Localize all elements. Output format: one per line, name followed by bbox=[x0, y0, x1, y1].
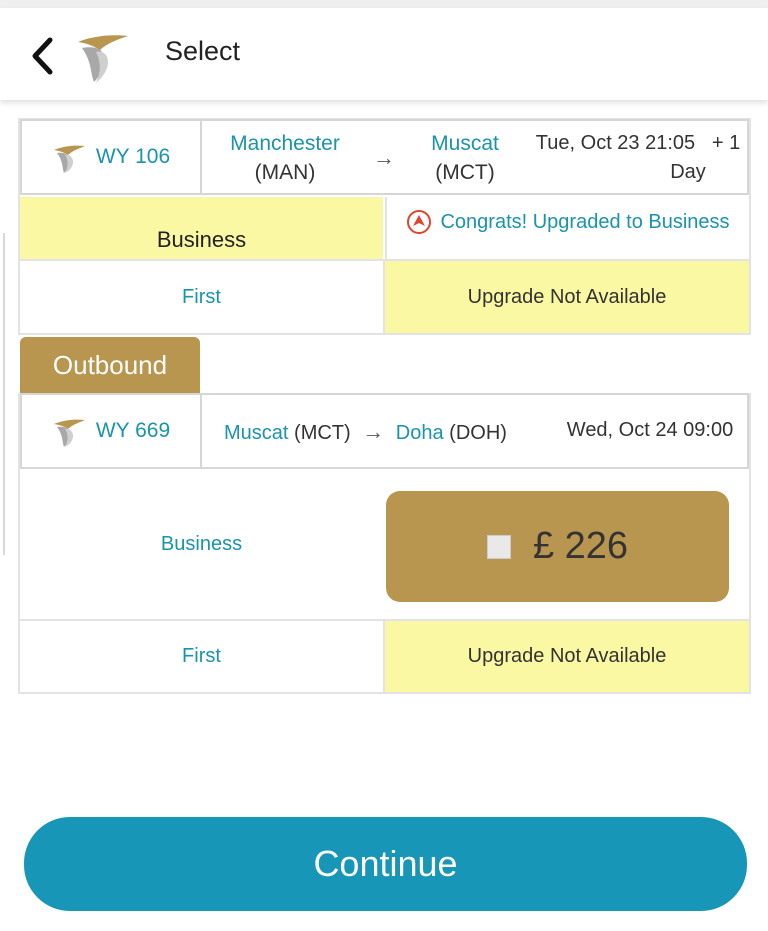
price-checkbox[interactable] bbox=[486, 534, 511, 559]
first-class-label: First bbox=[182, 285, 221, 308]
route: Muscat (MCT) → Doha (DOH) bbox=[224, 419, 507, 445]
departure-datetime: Wed, Oct 24 09:00 bbox=[566, 419, 734, 441]
origin: Manchester (MAN) bbox=[222, 129, 348, 187]
app-header: Select bbox=[0, 8, 768, 100]
back-button[interactable] bbox=[26, 34, 60, 78]
destination-city: Doha bbox=[395, 422, 444, 444]
origin-city: Muscat bbox=[224, 422, 289, 444]
business-price: £ 226 bbox=[532, 525, 629, 567]
flight2-code-cell: WY 669 bbox=[22, 395, 202, 467]
first-class-status: Upgrade Not Available bbox=[467, 645, 667, 667]
day-offset: + 1 bbox=[711, 132, 741, 154]
destination-code: (DOH) bbox=[449, 422, 507, 444]
current-class: Business bbox=[156, 227, 247, 252]
first-class-status-cell: Upgrade Not Available bbox=[383, 259, 749, 333]
destination-code: (MCT) bbox=[435, 161, 495, 184]
flight1-code-cell: WY 106 bbox=[22, 121, 202, 193]
business-class-cell[interactable]: Business bbox=[20, 469, 383, 619]
flight-number: WY 106 bbox=[95, 145, 171, 168]
route-arrow: → bbox=[373, 145, 395, 170]
business-price-button[interactable]: £ 226 bbox=[386, 491, 729, 602]
airline-logo-icon bbox=[72, 28, 130, 86]
upgrade-status: Congrats! Upgraded to Business bbox=[440, 210, 730, 233]
flight-number: WY 669 bbox=[95, 419, 171, 442]
destination: Muscat (MCT) bbox=[424, 129, 506, 187]
route-arrow: → bbox=[362, 419, 385, 444]
origin-code: (MAN) bbox=[254, 161, 316, 184]
airline-logo-icon bbox=[53, 145, 85, 173]
origin-code: (MCT) bbox=[294, 422, 351, 444]
first-class-status: Upgrade Not Available bbox=[467, 285, 667, 308]
first-class-cell[interactable]: First bbox=[20, 619, 383, 692]
page-title: Select bbox=[165, 36, 241, 66]
chevron-left-icon bbox=[32, 37, 53, 75]
top-strip bbox=[0, 0, 768, 8]
tab-outbound[interactable]: Outbound bbox=[20, 337, 200, 393]
first-class-label: First bbox=[182, 645, 221, 667]
first-class-cell[interactable]: First bbox=[20, 259, 383, 333]
departure-time: Tue, Oct 23 21:05 bbox=[535, 132, 696, 154]
business-class-label: Business bbox=[160, 532, 243, 555]
side-scroll-edge bbox=[0, 233, 5, 555]
origin-city: Manchester bbox=[230, 132, 340, 155]
upgrade-status-cell: Congrats! Upgraded to Business bbox=[385, 197, 749, 259]
current-class-cell: Business bbox=[20, 197, 383, 259]
continue-button[interactable]: Continue bbox=[24, 817, 747, 911]
first-class-status-cell: Upgrade Not Available bbox=[383, 619, 749, 692]
airline-logo-icon bbox=[53, 419, 85, 447]
flight2-row: WY 669 Muscat (MCT) → Doha (DOH) Wed, Oc… bbox=[20, 393, 749, 469]
datetime-line1: Tue, Oct 23 21:05 + 1 bbox=[527, 129, 749, 158]
flight1-row: WY 106 Manchester (MAN) → Muscat (MCT) T… bbox=[20, 119, 749, 195]
day-offset-label: Day bbox=[670, 161, 706, 183]
upgrade-arrow-icon bbox=[407, 210, 432, 234]
destination-city: Muscat bbox=[431, 132, 499, 155]
departure-datetime: Tue, Oct 23 21:05 + 1 Day bbox=[527, 129, 749, 187]
